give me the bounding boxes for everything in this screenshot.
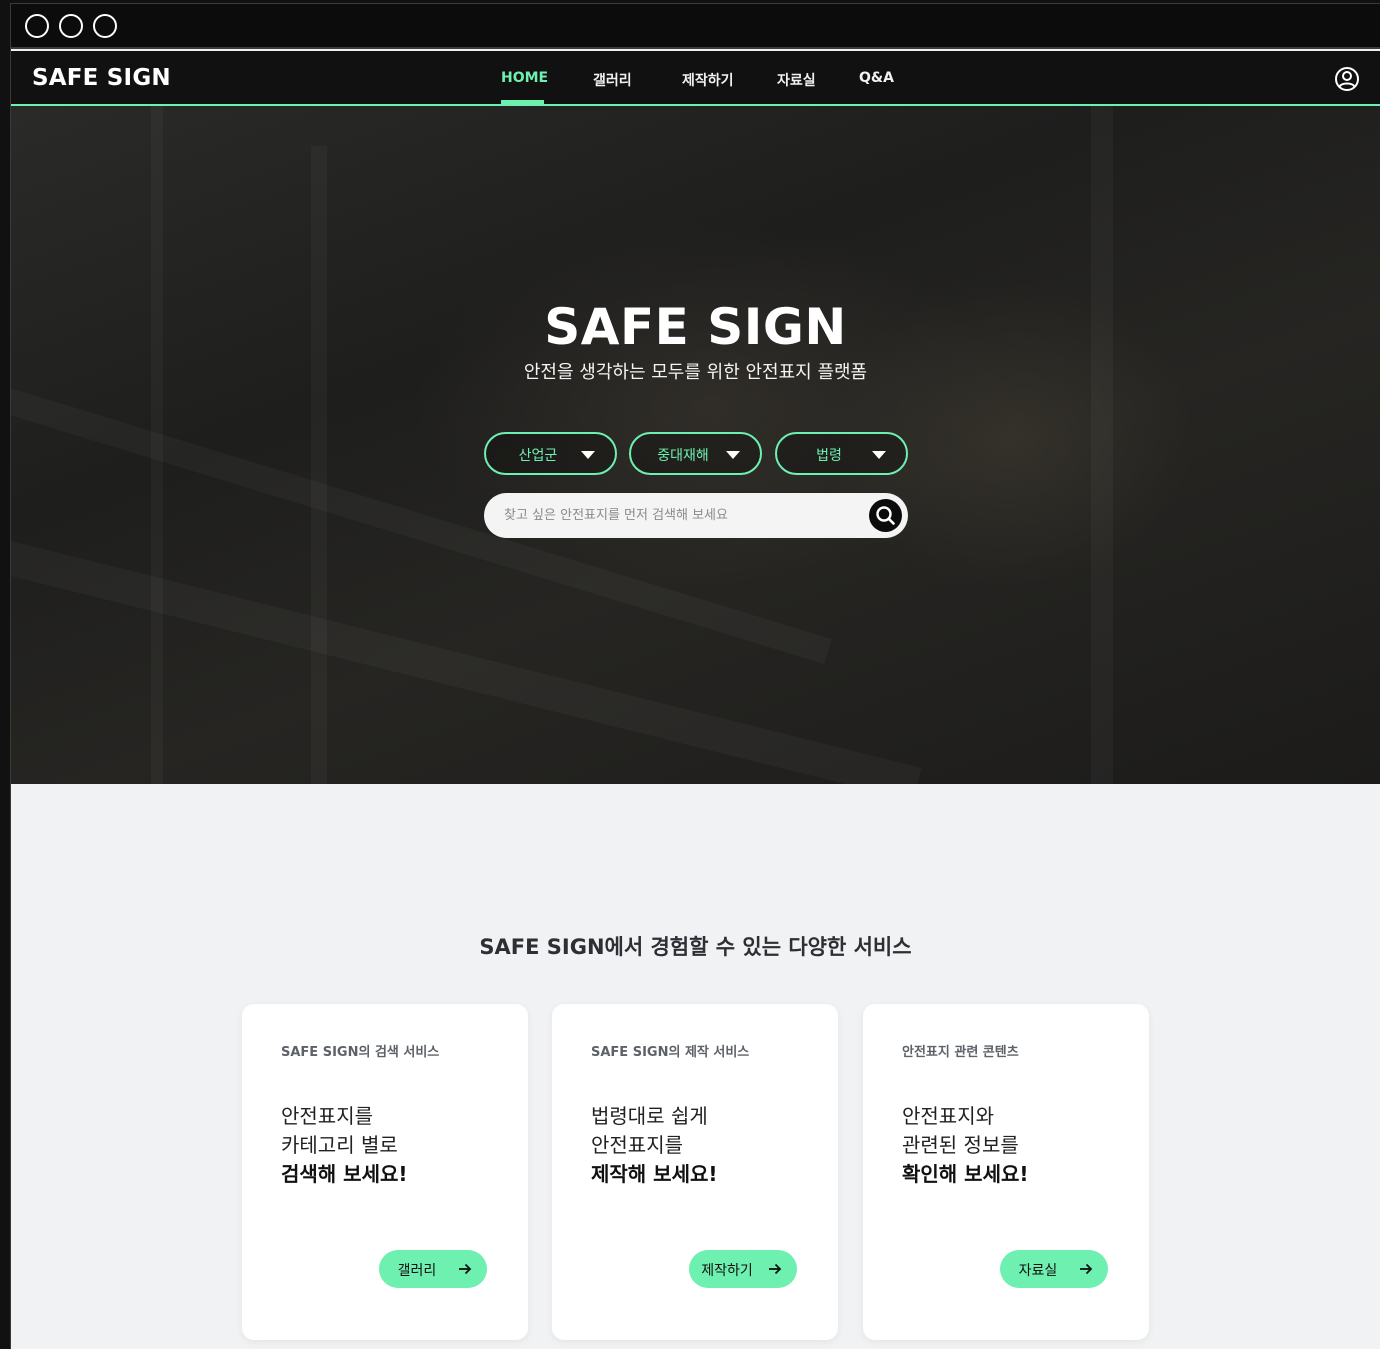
filter-law-dropdown[interactable]: 법령: [775, 432, 908, 475]
caret-down-icon: [872, 451, 886, 459]
service-card-resources: 안전표지 관련 콘텐츠 안전표지와 관련된 정보를 확인해 보세요! 자료실: [863, 1004, 1149, 1340]
filter-major-accident-dropdown[interactable]: 중대재해: [629, 432, 762, 475]
card-text-emphasis: 제작해 보세요!: [591, 1162, 718, 1186]
card-text-emphasis: 검색해 보세요!: [281, 1162, 408, 1186]
main-menu: HOME 갤러리 제작하기 자료실 Q&A: [11, 51, 1380, 104]
search-button[interactable]: [869, 499, 902, 532]
window-titlebar: [11, 4, 1380, 49]
arrow-right-icon: [1080, 1263, 1093, 1275]
card-text-emphasis: 확인해 보세요!: [902, 1162, 1029, 1186]
card-text-line: 카테고리 별로: [281, 1133, 398, 1157]
top-navigation: SAFE SIGN HOME 갤러리 제작하기 자료실 Q&A: [11, 51, 1380, 106]
nav-item-create[interactable]: 제작하기: [682, 70, 734, 90]
user-circle-icon[interactable]: [1334, 66, 1360, 92]
card-eyebrow: SAFE SIGN의 검색 서비스: [281, 1045, 440, 1060]
hero-background-beam: [11, 526, 921, 784]
card-button-label: 갤러리: [397, 1263, 437, 1279]
search-bar: [484, 493, 908, 538]
gallery-button[interactable]: 갤러리: [379, 1250, 487, 1288]
nav-item-gallery[interactable]: 갤러리: [593, 70, 632, 90]
nav-item-resources[interactable]: 자료실: [777, 70, 816, 90]
hero-title: SAFE SIGN: [544, 298, 847, 356]
card-text-line: 법령대로 쉽게: [591, 1104, 708, 1128]
nav-active-indicator: [501, 100, 544, 104]
hero-subtitle: 안전을 생각하는 모두를 위한 안전표지 플랫폼: [523, 362, 868, 383]
hero-background-beam: [1091, 106, 1113, 784]
browser-window: SAFE SIGN HOME 갤러리 제작하기 자료실 Q&A SAFE SIG…: [10, 3, 1380, 1349]
services-heading: SAFE SIGN에서 경험할 수 있는 다양한 서비스: [479, 935, 912, 959]
hero-section: SAFE SIGN 안전을 생각하는 모두를 위한 안전표지 플랫폼 산업군 중…: [11, 106, 1380, 784]
search-icon: [876, 506, 895, 525]
filter-label: 산업군: [518, 448, 558, 464]
window-minimize-button[interactable]: [59, 14, 83, 38]
caret-down-icon: [726, 451, 740, 459]
filter-industry-dropdown[interactable]: 산업군: [484, 432, 617, 475]
hero-background-beam: [151, 106, 163, 784]
card-eyebrow: SAFE SIGN의 제작 서비스: [591, 1045, 750, 1060]
nav-item-qna[interactable]: Q&A: [859, 70, 894, 86]
card-button-label: 제작하기: [701, 1263, 753, 1279]
caret-down-icon: [581, 451, 595, 459]
card-text-line: 안전표지를: [591, 1133, 683, 1157]
filter-label: 법령: [816, 448, 842, 464]
search-input[interactable]: [502, 504, 842, 526]
card-eyebrow: 안전표지 관련 콘텐츠: [902, 1045, 1019, 1060]
card-text-line: 안전표지와: [902, 1104, 994, 1128]
card-button-label: 자료실: [1018, 1263, 1058, 1279]
nav-item-home[interactable]: HOME: [501, 70, 548, 86]
arrow-right-icon: [769, 1263, 782, 1275]
window-maximize-button[interactable]: [93, 14, 117, 38]
resources-button[interactable]: 자료실: [1000, 1250, 1108, 1288]
filter-label: 중대재해: [657, 448, 709, 464]
card-text-line: 안전표지를: [281, 1104, 373, 1128]
service-card-search: SAFE SIGN의 검색 서비스 안전표지를 카테고리 별로 검색해 보세요!…: [242, 1004, 528, 1340]
service-card-create: SAFE SIGN의 제작 서비스 법령대로 쉽게 안전표지를 제작해 보세요!…: [552, 1004, 838, 1340]
create-button[interactable]: 제작하기: [689, 1250, 797, 1288]
card-text-line: 관련된 정보를: [902, 1133, 1019, 1157]
window-close-button[interactable]: [25, 14, 49, 38]
arrow-right-icon: [459, 1263, 472, 1275]
hero-background-beam: [311, 146, 327, 784]
